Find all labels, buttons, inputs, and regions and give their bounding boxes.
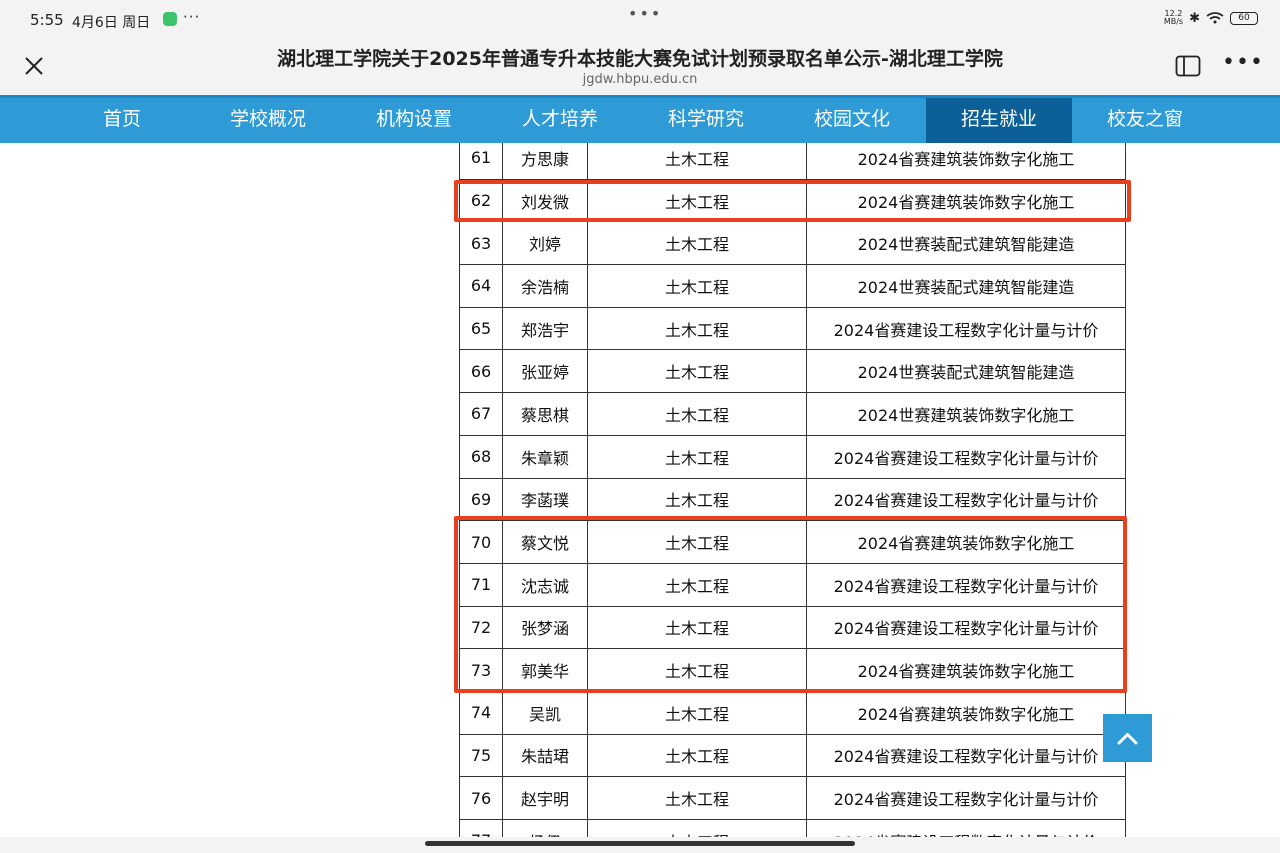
highlight-box-row-62: [454, 180, 1131, 222]
student-name-cell: 方思康: [502, 143, 588, 180]
student-name-cell: 郑浩宇: [502, 306, 588, 351]
student-name-cell: 蔡思棋: [502, 392, 588, 436]
major-cell: 土木工程: [587, 306, 807, 351]
competition-program-cell: 2024省赛建设工程数字化计量与计价: [806, 306, 1126, 351]
competition-program-cell: 2024省赛建筑装饰数字化施工: [806, 690, 1126, 735]
nav-item-research[interactable]: 科学研究: [633, 98, 779, 143]
table-row: 67 蔡思棋 土木工程 2024世赛建筑装饰数字化施工: [459, 392, 1126, 436]
highlight-box-rows-70-73: [454, 516, 1127, 693]
major-cell: 土木工程: [587, 819, 807, 837]
major-cell: 土木工程: [587, 392, 807, 436]
multitask-handle[interactable]: •••: [628, 4, 662, 23]
table-row: 69 李菡璞 土木工程 2024省赛建设工程数字化计量与计价: [459, 477, 1126, 522]
page-url[interactable]: jgdw.hbpu.edu.cn: [0, 72, 1280, 87]
row-number-cell: 77: [459, 819, 503, 837]
major-cell: 土木工程: [587, 690, 807, 735]
competition-program-cell: 2024省赛建筑装饰数字化施工: [806, 143, 1126, 180]
wifi-icon: [1206, 12, 1224, 24]
student-name-cell: 杨伊: [502, 819, 588, 837]
student-name-cell: 吴凯: [502, 690, 588, 735]
admission-list-table: 61 方思康 土木工程 2024省赛建筑装饰数字化施工 62 刘发微 土木工程 2024省赛建…: [459, 143, 1126, 837]
competition-program-cell: 2024省赛建设工程数字化计量与计价: [806, 477, 1126, 522]
row-number-cell: 63: [459, 221, 503, 266]
table-row: 65 郑浩宇 土木工程 2024省赛建设工程数字化计量与计价: [459, 306, 1126, 351]
table-row: 76 赵宇明 土木工程 2024省赛建设工程数字化计量与计价: [459, 776, 1126, 820]
wechat-notification-icon: [163, 12, 177, 26]
table-row: 75 朱喆珺 土木工程 2024省赛建设工程数字化计量与计价: [459, 733, 1126, 778]
table-row: 66 张亚婷 土木工程 2024世赛装配式建筑智能建造: [459, 349, 1126, 394]
major-cell: 土木工程: [587, 349, 807, 394]
student-name-cell: 刘婷: [502, 221, 588, 266]
row-number-cell: 61: [459, 143, 503, 180]
table-row: 68 朱章颖 土木工程 2024省赛建设工程数字化计量与计价: [459, 434, 1126, 479]
table-row: 77杨伊土木工程2024省赛建设工程数字化计量与计价: [459, 819, 1126, 837]
more-options-icon[interactable]: •••: [1222, 50, 1264, 75]
home-indicator[interactable]: [425, 841, 855, 846]
nav-item-home[interactable]: 首页: [49, 98, 195, 143]
major-cell: 土木工程: [587, 264, 807, 308]
row-number-cell: 74: [459, 690, 503, 735]
student-name-cell: 张亚婷: [502, 349, 588, 394]
nav-item-organization[interactable]: 机构设置: [341, 98, 487, 143]
competition-program-cell: 2024世赛装配式建筑智能建造: [806, 221, 1126, 266]
major-cell: 土木工程: [587, 477, 807, 522]
row-number-cell: 64: [459, 264, 503, 308]
status-time: 5:55: [30, 11, 64, 29]
tabs-icon[interactable]: [1175, 55, 1201, 77]
bluetooth-icon: ✱: [1189, 10, 1200, 26]
student-name-cell: 朱章颖: [502, 434, 588, 479]
chevron-up-icon: [1117, 733, 1138, 745]
status-bar: 5:55 4月6日 周日 ··· ••• 12.2 MB/s ✱ 60: [0, 0, 1280, 40]
system-bottom-bar: [0, 837, 1280, 853]
table-row: 61 方思康 土木工程 2024省赛建筑装饰数字化施工: [459, 143, 1126, 180]
nav-item-admissions[interactable]: 招生就业: [926, 98, 1072, 143]
row-number-cell: 68: [459, 434, 503, 479]
major-cell: 土木工程: [587, 434, 807, 479]
row-number-cell: 69: [459, 477, 503, 522]
major-cell: 土木工程: [587, 143, 807, 180]
row-number-cell: 66: [459, 349, 503, 394]
back-to-top-button[interactable]: [1103, 714, 1152, 762]
major-cell: 土木工程: [587, 221, 807, 266]
row-number-cell: 67: [459, 392, 503, 436]
competition-program-cell: 2024省赛建设工程数字化计量与计价: [806, 776, 1126, 820]
student-name-cell: 朱喆珺: [502, 733, 588, 778]
page-title: 湖北理工学院关于2025年普通专升本技能大赛免试计划预录取名单公示-湖北理工学院: [277, 48, 1003, 70]
status-date: 4月6日 周日: [72, 15, 151, 31]
battery-icon: 60: [1230, 11, 1258, 25]
student-name-cell: 赵宇明: [502, 776, 588, 820]
competition-program-cell: 2024省赛建设工程数字化计量与计价: [806, 733, 1126, 778]
table-row: 64 余浩楠 土木工程 2024世赛装配式建筑智能建造: [459, 264, 1126, 308]
student-name-cell: 余浩楠: [502, 264, 588, 308]
network-speed: 12.2 MB/s: [1163, 9, 1184, 26]
nav-item-alumni[interactable]: 校友之窗: [1072, 98, 1218, 143]
competition-program-cell: 2024世赛装配式建筑智能建造: [806, 349, 1126, 394]
status-more-icon: ···: [183, 8, 201, 26]
browser-header: 湖北理工学院关于2025年普通专升本技能大赛免试计划预录取名单公示-湖北理工学院…: [0, 40, 1280, 95]
table-row: 63 刘婷 土木工程 2024世赛装配式建筑智能建造: [459, 221, 1126, 266]
major-cell: 土木工程: [587, 733, 807, 778]
competition-program-cell: 2024省赛建设工程数字化计量与计价: [806, 434, 1126, 479]
row-number-cell: 65: [459, 306, 503, 351]
nav-item-school-overview[interactable]: 学校概况: [195, 98, 341, 143]
table-row: 74 吴凯 土木工程 2024省赛建筑装饰数字化施工: [459, 690, 1126, 735]
major-cell: 土木工程: [587, 776, 807, 820]
nav-item-campus-culture[interactable]: 校园文化: [779, 98, 925, 143]
site-nav: 首页 学校概况 机构设置 人才培养 科学研究 校园文化 招生就业 校友之窗: [0, 95, 1280, 143]
competition-program-cell: 2024省赛建设工程数字化计量与计价: [806, 819, 1126, 837]
status-indicators: 12.2 MB/s ✱ 60: [1164, 10, 1258, 26]
nav-item-talent-training[interactable]: 人才培养: [487, 98, 633, 143]
student-name-cell: 李菡璞: [502, 477, 588, 522]
competition-program-cell: 2024世赛装配式建筑智能建造: [806, 264, 1126, 308]
row-number-cell: 75: [459, 733, 503, 778]
page-content[interactable]: 61 方思康 土木工程 2024省赛建筑装饰数字化施工 62 刘发微 土木工程 2024省赛建…: [0, 143, 1280, 837]
row-number-cell: 76: [459, 776, 503, 820]
competition-program-cell: 2024世赛建筑装饰数字化施工: [806, 392, 1126, 436]
